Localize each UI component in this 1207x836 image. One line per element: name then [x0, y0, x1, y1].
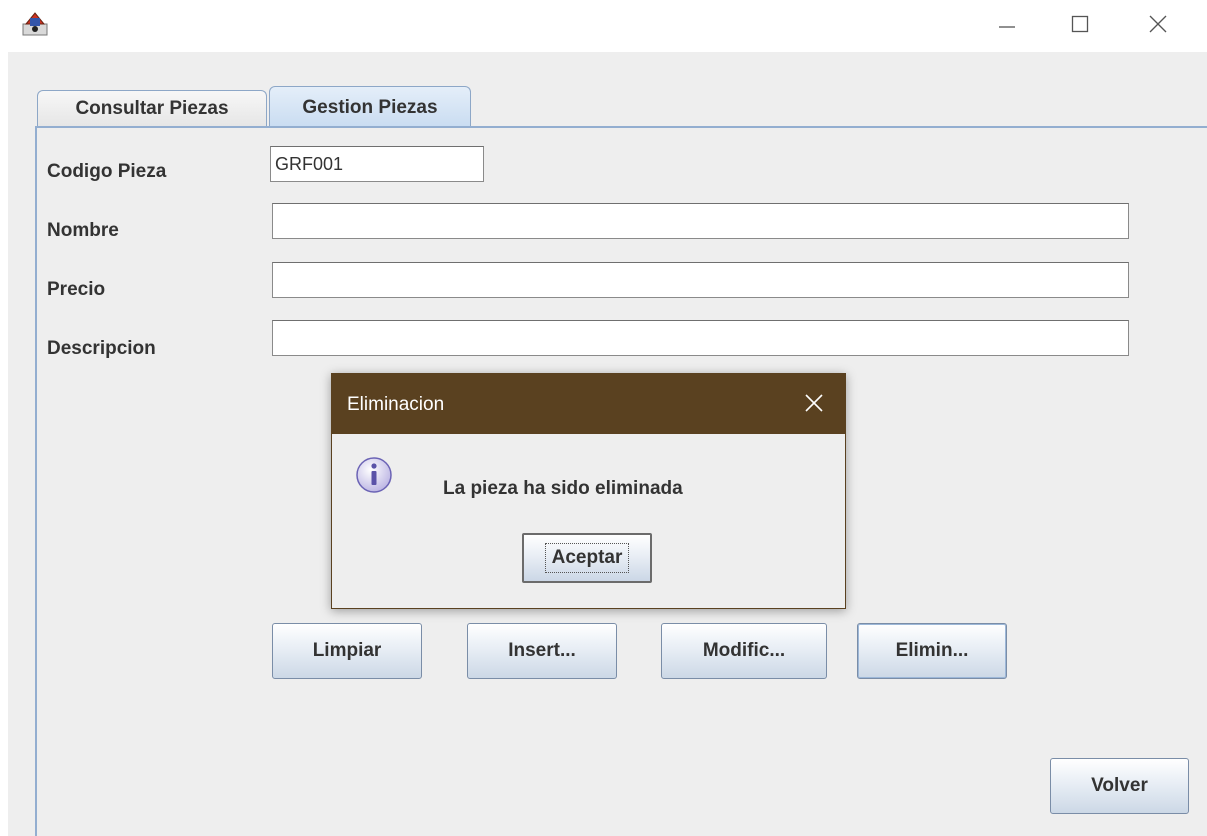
descripcion-input[interactable] — [272, 320, 1129, 356]
tab-label: Consultar Piezas — [75, 97, 229, 119]
window-titlebar — [0, 0, 1207, 52]
aceptar-button-label: Aceptar — [544, 543, 630, 573]
precio-input[interactable] — [272, 262, 1129, 298]
nombre-label: Nombre — [47, 220, 119, 241]
volver-button[interactable]: Volver — [1050, 758, 1189, 814]
limpiar-button[interactable]: Limpiar — [272, 623, 422, 679]
precio-label: Precio — [47, 279, 106, 300]
aceptar-button[interactable]: Aceptar — [522, 533, 652, 583]
eliminacion-dialog: Eliminacion La pieza ha sido eliminada A… — [331, 373, 846, 609]
modificar-button-label: Modific... — [702, 640, 786, 661]
tab-consultar-piezas[interactable]: Consultar Piezas — [37, 90, 267, 126]
codigo-pieza-input[interactable] — [270, 146, 484, 182]
descripcion-label: Descripcion — [47, 338, 156, 359]
close-icon — [1148, 14, 1168, 39]
tab-gestion-piezas[interactable]: Gestion Piezas — [269, 86, 471, 128]
dialog-message: La pieza ha sido eliminada — [443, 478, 683, 499]
minimize-button[interactable] — [984, 4, 1030, 48]
minimize-icon — [998, 15, 1016, 38]
insertar-button[interactable]: Insert... — [467, 623, 617, 679]
close-window-button[interactable] — [1135, 4, 1181, 48]
maximize-button[interactable] — [1057, 4, 1103, 48]
tab-divider — [36, 126, 1207, 128]
dialog-close-icon[interactable] — [802, 391, 826, 415]
modificar-button[interactable]: Modific... — [661, 623, 827, 679]
java-app-icon — [22, 10, 48, 36]
eliminar-button[interactable]: Elimin... — [857, 623, 1007, 679]
maximize-icon — [1071, 15, 1089, 38]
info-icon — [354, 455, 394, 495]
limpiar-button-label: Limpiar — [312, 640, 382, 661]
panel-border — [35, 126, 37, 836]
codigo-pieza-label: Codigo Pieza — [47, 161, 167, 182]
nombre-input[interactable] — [272, 203, 1129, 239]
dialog-titlebar: Eliminacion — [332, 374, 845, 434]
tab-label: Gestion Piezas — [302, 96, 438, 118]
volver-button-label: Volver — [1091, 775, 1148, 796]
insertar-button-label: Insert... — [508, 640, 576, 661]
eliminar-button-label: Elimin... — [895, 640, 969, 661]
dialog-title: Eliminacion — [347, 394, 445, 415]
